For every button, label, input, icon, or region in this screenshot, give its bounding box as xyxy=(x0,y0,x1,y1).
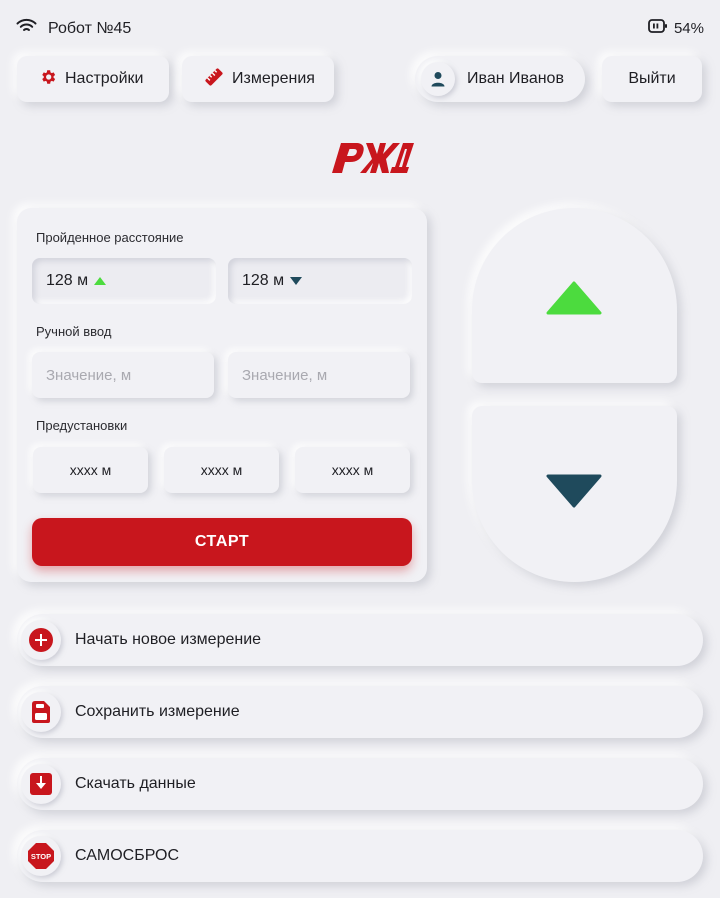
preset-button-1[interactable]: хххх м xyxy=(33,447,148,493)
wifi-icon xyxy=(16,18,37,39)
stop-sign-text: STOP xyxy=(31,852,51,861)
gear-icon xyxy=(39,68,57,91)
move-backward-button[interactable] xyxy=(472,406,677,582)
logout-label: Выйти xyxy=(628,70,676,87)
manual-input-label: Ручной ввод xyxy=(36,324,112,339)
logout-button[interactable]: Выйти xyxy=(602,56,702,102)
distance-forward-value: 128 м xyxy=(46,272,89,289)
save-measurement-label: Сохранить измерение xyxy=(75,703,240,720)
user-name: Иван Иванов xyxy=(467,70,564,87)
save-icon xyxy=(21,692,61,732)
save-measurement-button[interactable]: Сохранить измерение xyxy=(17,686,703,738)
battery-percent: 54% xyxy=(673,19,704,37)
status-bar-right: 54% xyxy=(648,18,704,38)
new-measurement-button[interactable]: Начать новое измерение xyxy=(17,614,703,666)
arrow-down-icon xyxy=(290,277,303,285)
self-reset-label: САМОСБРОС xyxy=(75,847,180,864)
rzd-logo xyxy=(328,135,416,177)
download-data-button[interactable]: Скачать данные xyxy=(17,758,703,810)
settings-button[interactable]: Настройки xyxy=(17,56,169,102)
distance-forward-display: 128 м xyxy=(32,258,216,304)
user-icon xyxy=(431,72,445,87)
download-data-label: Скачать данные xyxy=(75,775,196,792)
status-bar-left: Робот №45 xyxy=(16,18,131,39)
measurements-button[interactable]: Измерения xyxy=(182,56,334,102)
triangle-down-icon xyxy=(546,474,602,508)
triangle-up-icon xyxy=(546,281,602,315)
distance-backward-value: 128 м xyxy=(242,272,285,289)
presets-label: Предустановки xyxy=(36,418,128,433)
preset-button-2[interactable]: хххх м xyxy=(164,447,279,493)
new-measurement-label: Начать новое измерение xyxy=(75,631,262,648)
self-reset-button[interactable]: STOP САМОСБРОС xyxy=(17,830,703,882)
battery-icon xyxy=(648,18,668,38)
distance-backward-display: 128 м xyxy=(228,258,412,304)
manual-input-forward-placeholder: Значение, м xyxy=(46,366,132,384)
manual-input-backward-placeholder: Значение, м xyxy=(242,366,328,384)
move-forward-button[interactable] xyxy=(472,208,677,383)
avatar xyxy=(421,62,455,96)
preset-button-3[interactable]: хххх м xyxy=(295,447,410,493)
download-icon xyxy=(21,764,61,804)
settings-label: Настройки xyxy=(65,70,144,87)
manual-input-forward[interactable]: Значение, м xyxy=(32,352,214,398)
measurements-label: Измерения xyxy=(232,70,315,87)
arrow-up-icon xyxy=(94,277,107,285)
manual-input-backward[interactable]: Значение, м xyxy=(228,352,410,398)
user-profile-button[interactable]: Иван Иванов xyxy=(415,56,585,102)
stop-sign-icon: STOP xyxy=(21,836,61,876)
start-button[interactable]: СТАРТ xyxy=(32,518,412,566)
ruler-icon xyxy=(204,67,224,92)
plus-circle-icon xyxy=(21,620,61,660)
robot-title: Робот №45 xyxy=(48,19,132,37)
distance-label: Пройденное расстояние xyxy=(36,230,184,245)
